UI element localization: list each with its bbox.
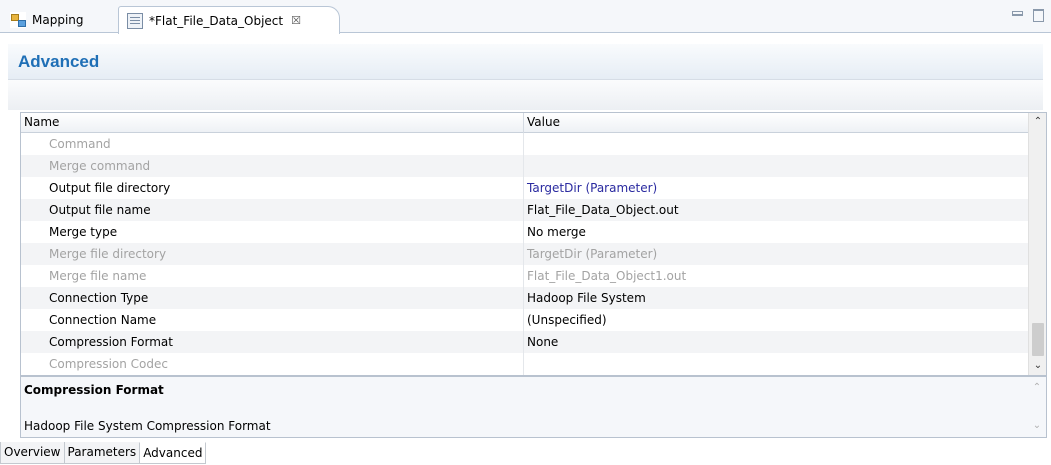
property-name: Connection Type bbox=[21, 287, 524, 309]
property-value[interactable] bbox=[524, 133, 1028, 155]
property-name: Compression Format bbox=[21, 331, 524, 353]
section-header: Advanced bbox=[8, 44, 1043, 80]
description-text: Hadoop File System Compression Format bbox=[24, 419, 271, 433]
table-row[interactable]: Merge file name Flat_File_Data_Object1.ou… bbox=[21, 265, 1028, 287]
table-row[interactable]: Connection Type Hadoop File System bbox=[21, 287, 1028, 309]
scroll-up-icon[interactable]: ⌃ bbox=[1028, 379, 1046, 397]
tab-advanced[interactable]: Advanced bbox=[139, 442, 207, 464]
editor-tab-bar: Mapping *Flat_File_Data_Object ☒ bbox=[0, 0, 1051, 34]
scrollbar-thumb[interactable] bbox=[1032, 323, 1044, 356]
window-controls bbox=[1011, 8, 1044, 22]
column-header-name[interactable]: Name bbox=[21, 113, 524, 133]
table-header: Name Value bbox=[21, 113, 1028, 133]
scroll-up-icon[interactable]: ⌃ bbox=[1029, 113, 1046, 131]
close-tab-icon[interactable]: ☒ bbox=[291, 14, 301, 27]
tab-flat-file-data-object-label: *Flat_File_Data_Object bbox=[149, 13, 284, 28]
property-description-panel: Compression Format Hadoop File System Co… bbox=[20, 376, 1047, 438]
property-value[interactable]: Flat_File_Data_Object.out bbox=[524, 199, 1028, 221]
property-name: Merge command bbox=[21, 155, 524, 177]
editor-page-tabs: Overview Parameters Advanced bbox=[0, 442, 207, 464]
property-name: Output file directory bbox=[21, 177, 524, 199]
minimize-icon[interactable] bbox=[1011, 8, 1023, 19]
property-name: Output file name bbox=[21, 199, 524, 221]
property-value[interactable]: Hadoop File System bbox=[524, 287, 1028, 309]
column-header-value[interactable]: Value bbox=[524, 113, 1028, 133]
tab-flat-file-data-object[interactable]: *Flat_File_Data_Object ☒ bbox=[118, 6, 340, 34]
table-row[interactable]: Compression Format None bbox=[21, 331, 1028, 353]
property-value[interactable]: TargetDir (Parameter) bbox=[524, 177, 1028, 199]
table-row[interactable]: Merge file directory TargetDir (Parameter… bbox=[21, 243, 1028, 265]
mapping-icon bbox=[10, 12, 26, 28]
table-row[interactable]: Connection Name (Unspecified) bbox=[21, 309, 1028, 331]
table-row[interactable]: Compression Codec bbox=[21, 353, 1028, 375]
property-value[interactable] bbox=[524, 353, 1028, 375]
tab-overview[interactable]: Overview bbox=[0, 442, 65, 464]
property-name: Compression Codec bbox=[21, 353, 524, 375]
table-row[interactable]: Merge type No merge bbox=[21, 221, 1028, 243]
flat-file-data-object-icon bbox=[127, 12, 143, 29]
scroll-down-icon[interactable]: ⌄ bbox=[1028, 417, 1046, 435]
property-value[interactable]: TargetDir (Parameter) bbox=[524, 243, 1028, 265]
property-name: Merge file name bbox=[21, 265, 524, 287]
table-row[interactable]: Merge command bbox=[21, 155, 1028, 177]
tab-mapping-label: Mapping bbox=[32, 13, 84, 27]
property-value[interactable]: (Unspecified) bbox=[524, 309, 1028, 331]
property-value[interactable] bbox=[524, 155, 1028, 177]
tab-mapping[interactable]: Mapping bbox=[10, 6, 110, 34]
maximize-icon[interactable] bbox=[1032, 8, 1044, 22]
tab-parameters[interactable]: Parameters bbox=[63, 442, 141, 464]
property-value[interactable]: None bbox=[524, 331, 1028, 353]
table-row[interactable]: Output file name Flat_File_Data_Object.ou… bbox=[21, 199, 1028, 221]
table-row[interactable]: Command bbox=[21, 133, 1028, 155]
property-value[interactable]: Flat_File_Data_Object1.out bbox=[524, 265, 1028, 287]
section-title: Advanced bbox=[18, 52, 100, 71]
property-name: Merge type bbox=[21, 221, 524, 243]
description-scrollbar[interactable]: ⌃ ⌄ bbox=[1028, 377, 1046, 437]
property-value[interactable]: No merge bbox=[524, 221, 1028, 243]
description-title: Compression Format bbox=[24, 383, 164, 397]
section-toolbar-strip bbox=[8, 80, 1043, 110]
properties-table: Name Value Command Merge command Output fi… bbox=[20, 112, 1047, 376]
property-name: Connection Name bbox=[21, 309, 524, 331]
property-name: Command bbox=[21, 133, 524, 155]
table-vertical-scrollbar[interactable]: ⌃ ⌄ bbox=[1028, 113, 1046, 375]
table-body: Command Merge command Output file director… bbox=[21, 133, 1028, 375]
scroll-down-icon[interactable]: ⌄ bbox=[1029, 357, 1046, 375]
table-row[interactable]: Output file directory TargetDir (Paramete… bbox=[21, 177, 1028, 199]
property-name: Merge file directory bbox=[21, 243, 524, 265]
